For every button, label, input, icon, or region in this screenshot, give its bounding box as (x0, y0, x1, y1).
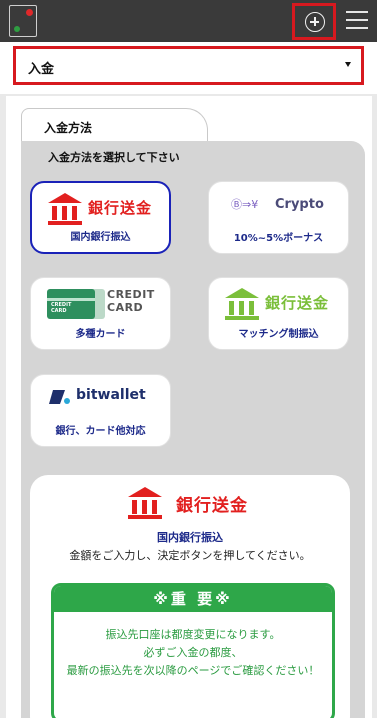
chevron-down-icon (345, 62, 351, 67)
bitwallet-logo-icon (49, 390, 70, 404)
credit-card-line1: CREDIT (107, 288, 155, 301)
app-logo[interactable] (9, 5, 37, 37)
method-card-credit-card[interactable]: CREDIT CARD CREDIT CARD 多種カード (30, 277, 171, 350)
tab-label: 入金方法 (44, 121, 93, 135)
method-instruction: 入金方法を選択して下さい (48, 151, 180, 164)
notice-line: 振込先口座は都度変更になります。 (105, 628, 281, 641)
add-button[interactable] (292, 3, 336, 40)
tab-deposit-method[interactable]: 入金方法 (21, 108, 208, 144)
bank-icon (128, 487, 162, 519)
bank-icon (48, 193, 82, 225)
notice-title: ※重 要※ (54, 586, 332, 612)
method-label: 国内銀行振込 (70, 232, 131, 243)
logo-red-dot (26, 9, 33, 16)
bitwallet-logo-text: bitwallet (76, 387, 146, 403)
hamburger-menu-icon[interactable] (346, 11, 368, 29)
notice-line: 最新の振込先を次以降のページでご確認ください！ (66, 664, 320, 677)
bank-transfer-detail: 銀行送金 国内銀行振込 金額をご入力し、決定ボタンを押してください。 ※重 要※… (30, 475, 350, 718)
credit-card-logo-text: CREDIT CARD (107, 288, 155, 314)
method-card-matching-transfer[interactable]: 銀行送金 マッチング制振込 (208, 277, 349, 350)
transaction-type-select[interactable]: 入金 (13, 46, 364, 85)
notice-body: 振込先口座は都度変更になります。 必ずご入金の都度、 最新の振込先を次以降のペー… (60, 626, 326, 680)
detail-logo-text: 銀行送金 (176, 496, 248, 516)
select-value: 入金 (28, 62, 55, 77)
top-header (0, 0, 377, 42)
matching-transfer-logo-text: 銀行送金 (265, 294, 330, 312)
method-label: マッチング制振込 (238, 329, 319, 340)
detail-instruction: 金額をご入力し、決定ボタンを押してください。 (69, 549, 311, 562)
notice-line: 必ずご入金の都度、 (143, 646, 243, 659)
crypto-logo-text: Crypto (275, 197, 324, 212)
method-label: 銀行、カード他対応 (55, 426, 146, 437)
plus-circle-icon (305, 12, 325, 32)
bank-icon (225, 288, 259, 320)
detail-subtitle: 国内銀行振込 (157, 531, 223, 544)
credit-card-line2: CARD (107, 301, 144, 314)
crypto-coins-icon: Ⓑ⇒¥ (231, 198, 259, 211)
method-label: 10%~5%ボーナス (233, 233, 324, 244)
method-card-bank-transfer[interactable]: 銀行送金 国内銀行振込 (30, 181, 171, 254)
method-card-crypto[interactable]: Ⓑ⇒¥ Crypto 10%~5%ボーナス (208, 181, 349, 254)
logo-green-dot (14, 26, 20, 32)
method-label: 多種カード (75, 329, 126, 340)
credit-card-icon: CREDIT CARD (47, 289, 95, 319)
important-notice: ※重 要※ 振込先口座は都度変更になります。 必ずご入金の都度、 最新の振込先を… (51, 583, 335, 718)
select-strip: 入金 (0, 42, 377, 94)
method-card-bitwallet[interactable]: bitwallet 銀行、カード他対応 (30, 374, 171, 447)
bank-transfer-logo-text: 銀行送金 (88, 199, 153, 217)
